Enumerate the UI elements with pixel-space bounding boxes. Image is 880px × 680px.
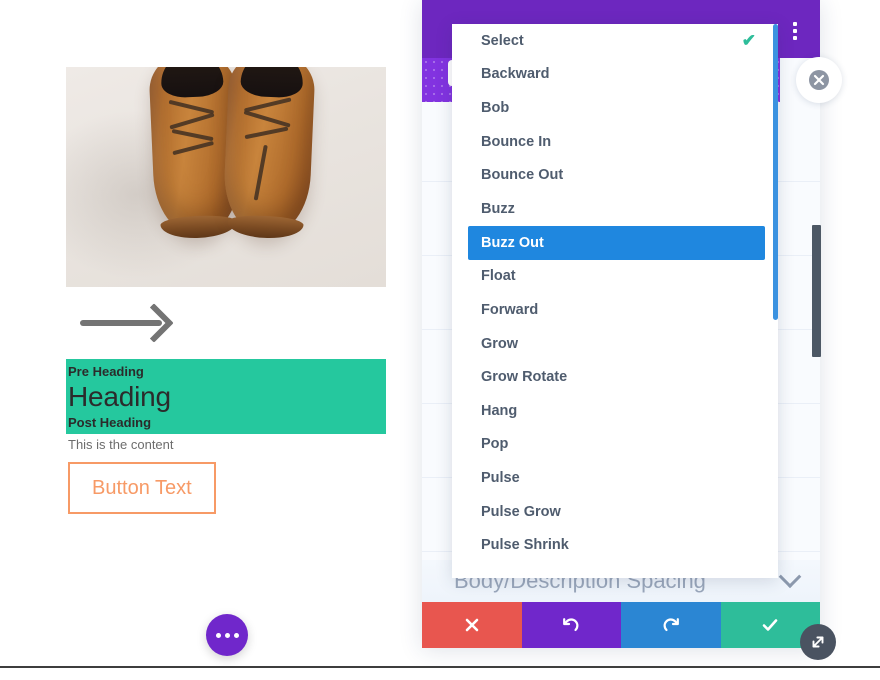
close-circle-icon[interactable] bbox=[796, 57, 842, 103]
dropdown-item[interactable]: Float bbox=[452, 260, 778, 294]
heading-text: Heading bbox=[68, 381, 171, 412]
dropdown-item[interactable]: Hang bbox=[452, 394, 778, 428]
dropdown-item[interactable]: Bounce Out bbox=[452, 158, 778, 192]
dropdown-item[interactable]: Buzz Out bbox=[468, 225, 765, 260]
dropdown-item-label: Buzz Out bbox=[481, 234, 544, 251]
dropdown-item[interactable]: Grow Rotate bbox=[452, 360, 778, 394]
redo-icon bbox=[663, 618, 679, 632]
cancel-button[interactable] bbox=[422, 602, 522, 648]
dropdown-item-label: Hang bbox=[481, 402, 518, 419]
redo-button[interactable] bbox=[621, 602, 721, 648]
undo-button[interactable] bbox=[521, 602, 621, 648]
dropdown-item-label: Pulse Shrink bbox=[481, 537, 569, 554]
dropdown-scrollbar-track[interactable] bbox=[773, 24, 778, 578]
dropdown-item[interactable]: Pulse Shrink bbox=[452, 528, 778, 562]
checkmark-icon: ✔ bbox=[741, 31, 756, 51]
dropdown-item-label: Forward bbox=[481, 301, 539, 318]
post-heading-text: Post Heading bbox=[68, 415, 152, 430]
dropdown-item[interactable]: Pop bbox=[452, 428, 778, 462]
page-scrollbar-thumb[interactable] bbox=[812, 225, 821, 357]
dropdown-item[interactable]: Backward bbox=[452, 58, 778, 92]
check-icon bbox=[762, 619, 778, 631]
bottom-strip bbox=[0, 666, 880, 680]
dropdown-item-label: Buzz bbox=[481, 200, 515, 217]
animation-style-dropdown[interactable]: Select ✔ Backward Bob Bounce In Bounce Out Buz… bbox=[452, 24, 778, 578]
dropdown-item-label: Grow Rotate bbox=[481, 369, 568, 386]
dropdown-item-label: Bounce In bbox=[481, 133, 552, 150]
chevron-down-icon[interactable] bbox=[778, 565, 802, 589]
cancel-x-icon bbox=[465, 618, 479, 632]
dropdown-list: Select ✔ Backward Bob Bounce In Bounce Out Buz… bbox=[452, 24, 778, 562]
dropdown-item[interactable]: Bob bbox=[452, 91, 778, 125]
shoe-right bbox=[222, 67, 316, 237]
dropdown-item-label: Bob bbox=[481, 99, 510, 116]
dropdown-item[interactable]: Grow bbox=[452, 327, 778, 361]
dropdown-item-label: Pulse Grow bbox=[481, 503, 561, 520]
dropdown-item-label: Bounce Out bbox=[481, 167, 564, 184]
dropdown-item-label: Pulse bbox=[481, 469, 520, 486]
resize-diagonal-icon[interactable] bbox=[800, 624, 836, 660]
pre-heading-text: Pre Heading bbox=[68, 364, 144, 379]
dropdown-item[interactable]: Buzz bbox=[452, 192, 778, 226]
dropdown-item-label: Grow bbox=[481, 335, 519, 352]
dropdown-item[interactable]: Pulse Grow bbox=[452, 495, 778, 529]
dropdown-item-label: Backward bbox=[481, 66, 550, 83]
dropdown-item[interactable]: Forward bbox=[452, 293, 778, 327]
dropdown-item[interactable]: Bounce In bbox=[452, 125, 778, 159]
dropdown-item-label: Pop bbox=[481, 436, 509, 453]
dropdown-item[interactable]: Pulse bbox=[452, 461, 778, 495]
cta-button[interactable]: Button Text bbox=[68, 462, 216, 514]
product-photo bbox=[66, 67, 386, 287]
dropdown-item[interactable]: Select ✔ bbox=[452, 24, 778, 58]
dropdown-item-label: Select bbox=[481, 32, 524, 49]
modal-footer-actions bbox=[422, 602, 820, 648]
arrow-right-icon bbox=[66, 287, 386, 359]
heading-block: Pre Heading Heading Post Heading bbox=[66, 359, 386, 434]
content-text: This is the content bbox=[68, 437, 174, 452]
dropdown-item-label: Float bbox=[481, 268, 516, 285]
module-preview: Pre Heading Heading Post Heading This is… bbox=[66, 67, 386, 514]
ellipsis-icon[interactable] bbox=[206, 614, 248, 656]
undo-icon bbox=[563, 618, 579, 632]
vertical-ellipsis-icon[interactable] bbox=[793, 22, 797, 40]
dropdown-scrollbar-thumb[interactable] bbox=[773, 24, 778, 320]
